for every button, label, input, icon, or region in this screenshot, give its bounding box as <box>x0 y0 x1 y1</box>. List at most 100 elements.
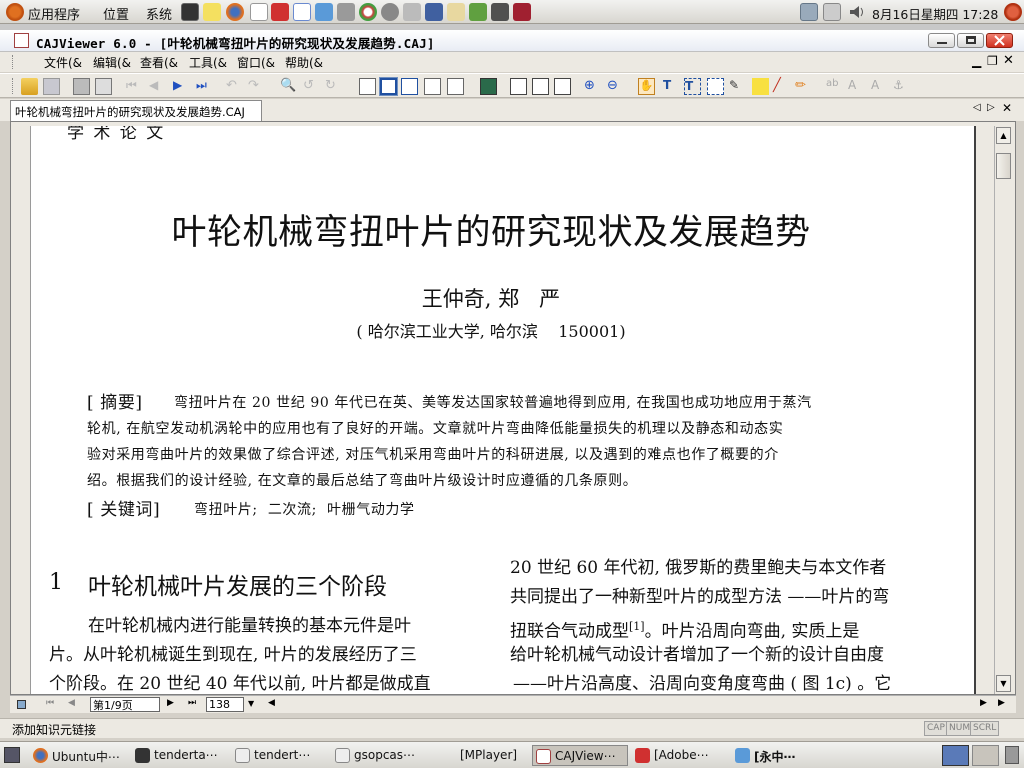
save-icon[interactable] <box>43 78 60 95</box>
display-icon[interactable] <box>823 3 841 21</box>
first-page-icon[interactable]: ⏮ <box>126 78 143 95</box>
spell-icon[interactable]: ab <box>826 78 843 95</box>
show-desktop-icon[interactable] <box>4 747 20 763</box>
document-launcher-icon[interactable] <box>250 3 268 21</box>
taskbar-item-cajviewer[interactable]: CAJView⋯ <box>532 745 628 766</box>
hand-tool-icon[interactable]: ✋ <box>638 78 655 95</box>
horizontal-scroll-track[interactable] <box>280 698 980 712</box>
next-page-nav-icon[interactable]: ▶ <box>167 698 174 708</box>
fit-page-icon[interactable] <box>401 78 418 95</box>
notes-launcher-icon[interactable] <box>447 3 465 21</box>
browser-launcher-icon[interactable] <box>381 3 399 21</box>
terminal-launcher-icon[interactable] <box>181 3 199 21</box>
zoom-dropdown-icon[interactable]: ▼ <box>248 699 254 708</box>
back-icon[interactable]: ↶ <box>226 78 243 95</box>
connect-launcher-icon[interactable] <box>337 3 355 21</box>
tab-document[interactable]: 叶轮机械弯扭叶片的研究现状及发展趋势.CAJ <box>10 100 262 121</box>
ocr-icon[interactable]: ✎ <box>729 78 746 95</box>
mdi-close-icon[interactable]: ✕ <box>1003 53 1014 68</box>
last-page-nav-icon[interactable]: ⏭ <box>188 698 196 708</box>
taskbar-item-terminal-2[interactable]: tendert⋯ <box>232 745 328 766</box>
hscroll-right-icon[interactable]: ▶ <box>980 698 987 708</box>
minimize-button[interactable] <box>928 33 955 48</box>
dictionary-launcher-icon[interactable] <box>469 3 487 21</box>
text-select-icon[interactable]: T <box>663 78 680 95</box>
page-layout-3-icon[interactable] <box>554 78 571 95</box>
taskbar-item-adobe[interactable]: [Adobe⋯ <box>632 745 728 766</box>
taskbar-item-mplayer[interactable]: [MPlayer] <box>432 745 528 766</box>
prev-page-nav-icon[interactable]: ◀ <box>68 698 75 708</box>
tab-close-icon[interactable]: ✕ <box>1002 101 1012 115</box>
taskbar-item-gsopcas[interactable]: gsopcas⋯ <box>332 745 428 766</box>
anchor-icon[interactable]: ⚓ <box>893 78 910 95</box>
menu-view[interactable]: 查看(& <box>140 54 178 71</box>
image-select-icon[interactable] <box>707 78 724 95</box>
zoom-in-icon[interactable]: ⊕ <box>584 78 601 95</box>
image-icon[interactable] <box>480 78 497 95</box>
page-layout-2-icon[interactable] <box>532 78 549 95</box>
page-number-field[interactable] <box>90 697 160 712</box>
redo-icon[interactable]: ↻ <box>325 78 342 95</box>
scroll-thumb[interactable] <box>996 153 1011 179</box>
menu-edit[interactable]: 编辑(& <box>93 54 131 71</box>
chat-launcher-icon[interactable] <box>359 3 377 21</box>
menu-window[interactable]: 窗口(& <box>237 54 275 71</box>
fit-height-icon[interactable] <box>424 78 441 95</box>
fit-width-icon[interactable] <box>380 78 397 95</box>
document-page[interactable]: 学 术 论 文 叶轮机械弯扭叶片的研究现状及发展趋势 王仲奇, 郑 严 ( 哈尔… <box>30 126 976 694</box>
single-page-icon[interactable] <box>359 78 376 95</box>
screenshot-launcher-icon[interactable] <box>425 3 443 21</box>
print-icon[interactable] <box>73 78 90 95</box>
find-icon[interactable]: 🔍 <box>280 78 297 95</box>
continuous-icon[interactable] <box>447 78 464 95</box>
menu-help[interactable]: 帮助(& <box>285 54 323 71</box>
next-page-icon[interactable]: ▶ <box>173 78 190 95</box>
volume-icon[interactable] <box>848 3 866 21</box>
ubuntu-logo-icon[interactable] <box>6 3 24 21</box>
forward-icon[interactable]: ↷ <box>248 78 265 95</box>
calculator-launcher-icon[interactable] <box>491 3 509 21</box>
text-format-1-icon[interactable]: A <box>848 78 865 95</box>
workspace-switcher-inactive[interactable] <box>972 745 999 766</box>
workspace-monitor-icon[interactable] <box>800 3 818 21</box>
places-menu[interactable]: 位置 <box>103 4 129 23</box>
book-launcher-icon[interactable] <box>513 3 531 21</box>
print-preview-icon[interactable] <box>95 78 112 95</box>
quit-icon[interactable] <box>1004 3 1022 21</box>
writer-launcher-icon[interactable] <box>293 3 311 21</box>
zoom-field[interactable] <box>206 697 244 712</box>
workspace-switcher-active[interactable] <box>942 745 969 766</box>
window-title-bar[interactable]: CAJViewer 6.0 - [叶轮机械弯扭叶片的研究现状及发展趋势.CAJ] <box>0 30 1024 52</box>
line-tool-icon[interactable]: ╱ <box>773 78 790 95</box>
network-launcher-icon[interactable] <box>315 3 333 21</box>
hscroll-left-icon[interactable]: ◀ <box>268 698 275 708</box>
text-editor-launcher-icon[interactable] <box>203 3 221 21</box>
clock[interactable]: 8月16日星期四 17:28 <box>872 4 998 23</box>
scroll-down-button[interactable]: ▼ <box>996 675 1011 692</box>
menu-tools[interactable]: 工具(& <box>189 54 227 71</box>
applications-menu[interactable]: 应用程序 <box>28 4 80 23</box>
trash-icon[interactable] <box>1005 746 1019 764</box>
pen-icon[interactable]: ✏ <box>795 78 812 95</box>
hscroll-end-icon[interactable]: ▶ <box>998 698 1005 708</box>
tab-scroll-right-icon[interactable]: ▷ <box>987 102 995 113</box>
tab-scroll-left-icon[interactable]: ◁ <box>973 102 981 113</box>
mdi-minimize-icon[interactable]: ▁ <box>972 54 981 68</box>
scroll-up-button[interactable]: ▲ <box>996 127 1011 144</box>
last-page-icon[interactable]: ⏭ <box>196 78 213 95</box>
cajviewer-app-icon[interactable] <box>14 33 29 48</box>
undo-icon[interactable]: ↺ <box>303 78 320 95</box>
taskbar-item-terminal-1[interactable]: tenderta⋯ <box>132 745 228 766</box>
system-menu[interactable]: 系统 <box>146 4 172 23</box>
mail-launcher-icon[interactable] <box>403 3 421 21</box>
text-area-icon[interactable]: T <box>684 78 701 95</box>
first-page-nav-icon[interactable]: ⏮ <box>46 698 54 708</box>
menu-file[interactable]: 文件(& <box>44 54 82 71</box>
taskbar-item-firefox[interactable]: Ubuntu中⋯ <box>30 745 128 766</box>
vertical-scrollbar[interactable]: ▲ ▼ <box>994 126 1012 694</box>
text-format-2-icon[interactable]: A <box>871 78 888 95</box>
thumbnail-toggle-icon[interactable] <box>17 700 26 709</box>
zoom-out-icon[interactable]: ⊖ <box>607 78 624 95</box>
page-layout-1-icon[interactable] <box>510 78 527 95</box>
highlight-icon[interactable] <box>752 78 769 95</box>
